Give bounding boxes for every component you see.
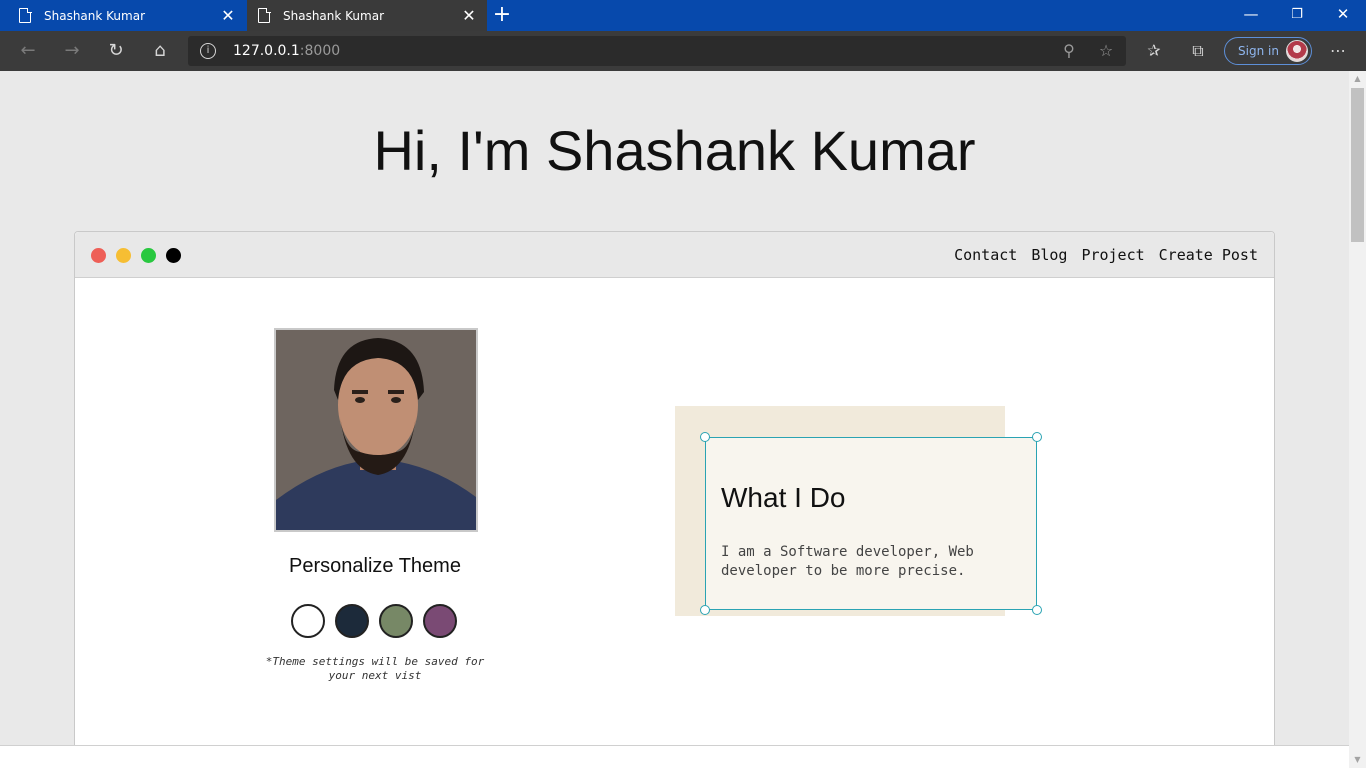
card-text: I am a Software developer, Web developer… — [721, 544, 974, 579]
theme-note: *Theme settings will be saved for your n… — [265, 655, 485, 682]
more-menu-icon[interactable]: ⋯ — [1326, 40, 1350, 62]
scroll-up-arrow[interactable]: ▲ — [1349, 71, 1366, 87]
green-dot — [141, 248, 156, 263]
collections-icon[interactable]: ⧉ — [1186, 40, 1210, 62]
window-header: Contact Blog Project Create Post — [75, 232, 1274, 278]
restore-button[interactable]: ❐ — [1274, 0, 1320, 31]
close-window-button[interactable]: ✕ — [1320, 0, 1366, 31]
content-window: Contact Blog Project Create Post Persona… — [74, 231, 1275, 751]
site-info-icon[interactable]: i — [200, 43, 216, 59]
red-dot — [91, 248, 106, 263]
main-nav: Contact Blog Project Create Post — [954, 246, 1258, 264]
tab-title: Shashank Kumar — [283, 8, 385, 23]
close-tab-icon[interactable]: ✕ — [459, 6, 479, 25]
back-button[interactable]: ← — [13, 37, 43, 65]
yellow-dot — [116, 248, 131, 263]
close-tab-icon[interactable]: ✕ — [218, 6, 238, 25]
nav-link-project[interactable]: Project — [1081, 246, 1144, 264]
resize-handle-bottom-left[interactable] — [700, 605, 710, 615]
scroll-down-arrow[interactable]: ▼ — [1349, 752, 1366, 768]
page-title: Hi, I'm Shashank Kumar — [373, 119, 976, 182]
tab-bar: Shashank Kumar ✕ Shashank Kumar ✕ + — ❐ … — [0, 0, 1366, 31]
new-tab-button[interactable]: + — [490, 3, 514, 27]
personalize-theme-heading: Personalize Theme — [289, 555, 461, 577]
theme-swatch-white[interactable] — [291, 604, 325, 638]
refresh-button[interactable]: ↻ — [101, 37, 131, 65]
profile-photo-image — [276, 330, 476, 530]
resize-handle-top-left[interactable] — [700, 432, 710, 442]
tab-title: Shashank Kumar — [44, 8, 146, 23]
favorite-star-icon[interactable]: ☆ — [1095, 40, 1117, 62]
profile-photo — [274, 328, 478, 532]
avatar — [1286, 40, 1308, 62]
minimize-button[interactable]: — — [1228, 0, 1274, 31]
page-icon — [19, 7, 32, 23]
nav-link-contact[interactable]: Contact — [954, 246, 1017, 264]
browser-tab-1[interactable]: Shashank Kumar ✕ — [0, 0, 246, 31]
forward-button[interactable]: → — [57, 37, 87, 65]
sign-in-button[interactable]: Sign in — [1224, 37, 1312, 65]
resize-handle-top-right[interactable] — [1032, 432, 1042, 442]
browser-tab-2-active[interactable]: Shashank Kumar ✕ — [247, 0, 487, 31]
theme-swatch-navy[interactable] — [335, 604, 369, 638]
favorites-icon[interactable]: ✰ — [1142, 40, 1166, 62]
what-i-do-card[interactable]: What I Do I am a Software developer, Web… — [700, 432, 1042, 615]
card-title: What I Do — [721, 482, 846, 513]
resize-handle-bottom-right[interactable] — [1032, 605, 1042, 615]
scroll-thumb[interactable] — [1351, 88, 1364, 242]
bottom-status-area — [0, 745, 1349, 768]
theme-swatch-purple[interactable] — [423, 604, 457, 638]
browser-toolbar: ← → ↻ ⌂ i 127.0.0.1:8000 ⚲ ☆ ✰ ⧉ Sign in… — [0, 31, 1366, 71]
nav-link-create-post[interactable]: Create Post — [1159, 246, 1258, 264]
home-button[interactable]: ⌂ — [145, 37, 175, 65]
page-scrollbar[interactable]: ▲ ▼ — [1349, 71, 1366, 768]
black-dot — [166, 248, 181, 263]
url-text[interactable]: 127.0.0.1:8000 — [233, 43, 340, 59]
theme-swatches — [291, 604, 457, 638]
zoom-icon[interactable]: ⚲ — [1058, 40, 1080, 62]
address-bar[interactable]: i 127.0.0.1:8000 ⚲ ☆ — [188, 36, 1126, 66]
page-icon — [258, 7, 271, 23]
nav-link-blog[interactable]: Blog — [1031, 246, 1067, 264]
theme-swatch-olive[interactable] — [379, 604, 413, 638]
